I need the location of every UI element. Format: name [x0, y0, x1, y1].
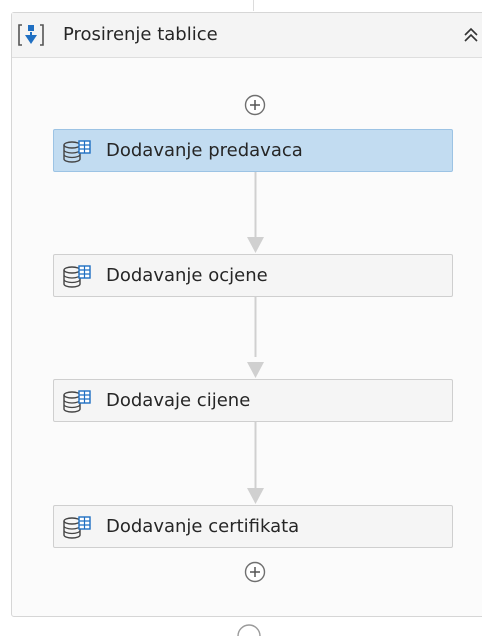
sequence-container[interactable]: Prosirenje tablice Dodavanje predavaca D…	[11, 12, 482, 617]
activity-dodavaje-cijene[interactable]: Dodavaje cijene	[53, 379, 453, 422]
sequence-icon	[18, 24, 44, 46]
activity-label: Dodavanje ocjene	[106, 265, 268, 286]
activity-dodavanje-certifikata[interactable]: Dodavanje certifikata	[53, 505, 453, 548]
database-table-icon	[63, 390, 91, 413]
add-activity-after-icon[interactable]	[234, 624, 264, 636]
activity-label: Dodavaje cijene	[106, 390, 251, 411]
database-table-icon	[63, 265, 91, 288]
add-activity-bottom-icon[interactable]	[244, 561, 266, 583]
activity-dodavanje-predavaca[interactable]: Dodavanje predavaca	[53, 129, 453, 172]
activity-dodavanje-ocjene[interactable]: Dodavanje ocjene	[53, 254, 453, 297]
double-chevron-up-icon[interactable]	[462, 26, 480, 44]
activity-label: Dodavanje certifikata	[106, 516, 300, 537]
sequence-title: Prosirenje tablice	[63, 24, 218, 45]
database-table-icon	[63, 516, 91, 539]
database-table-icon	[63, 140, 91, 163]
incoming-connector	[253, 0, 254, 11]
activity-label: Dodavanje predavaca	[106, 140, 303, 161]
arrow-down-icon	[247, 488, 264, 504]
sequence-header[interactable]: Prosirenje tablice	[12, 13, 482, 58]
connector-arrow	[254, 297, 257, 357]
add-activity-top-icon[interactable]	[244, 94, 266, 116]
arrow-down-icon	[247, 362, 264, 378]
arrow-down-icon	[247, 237, 264, 253]
